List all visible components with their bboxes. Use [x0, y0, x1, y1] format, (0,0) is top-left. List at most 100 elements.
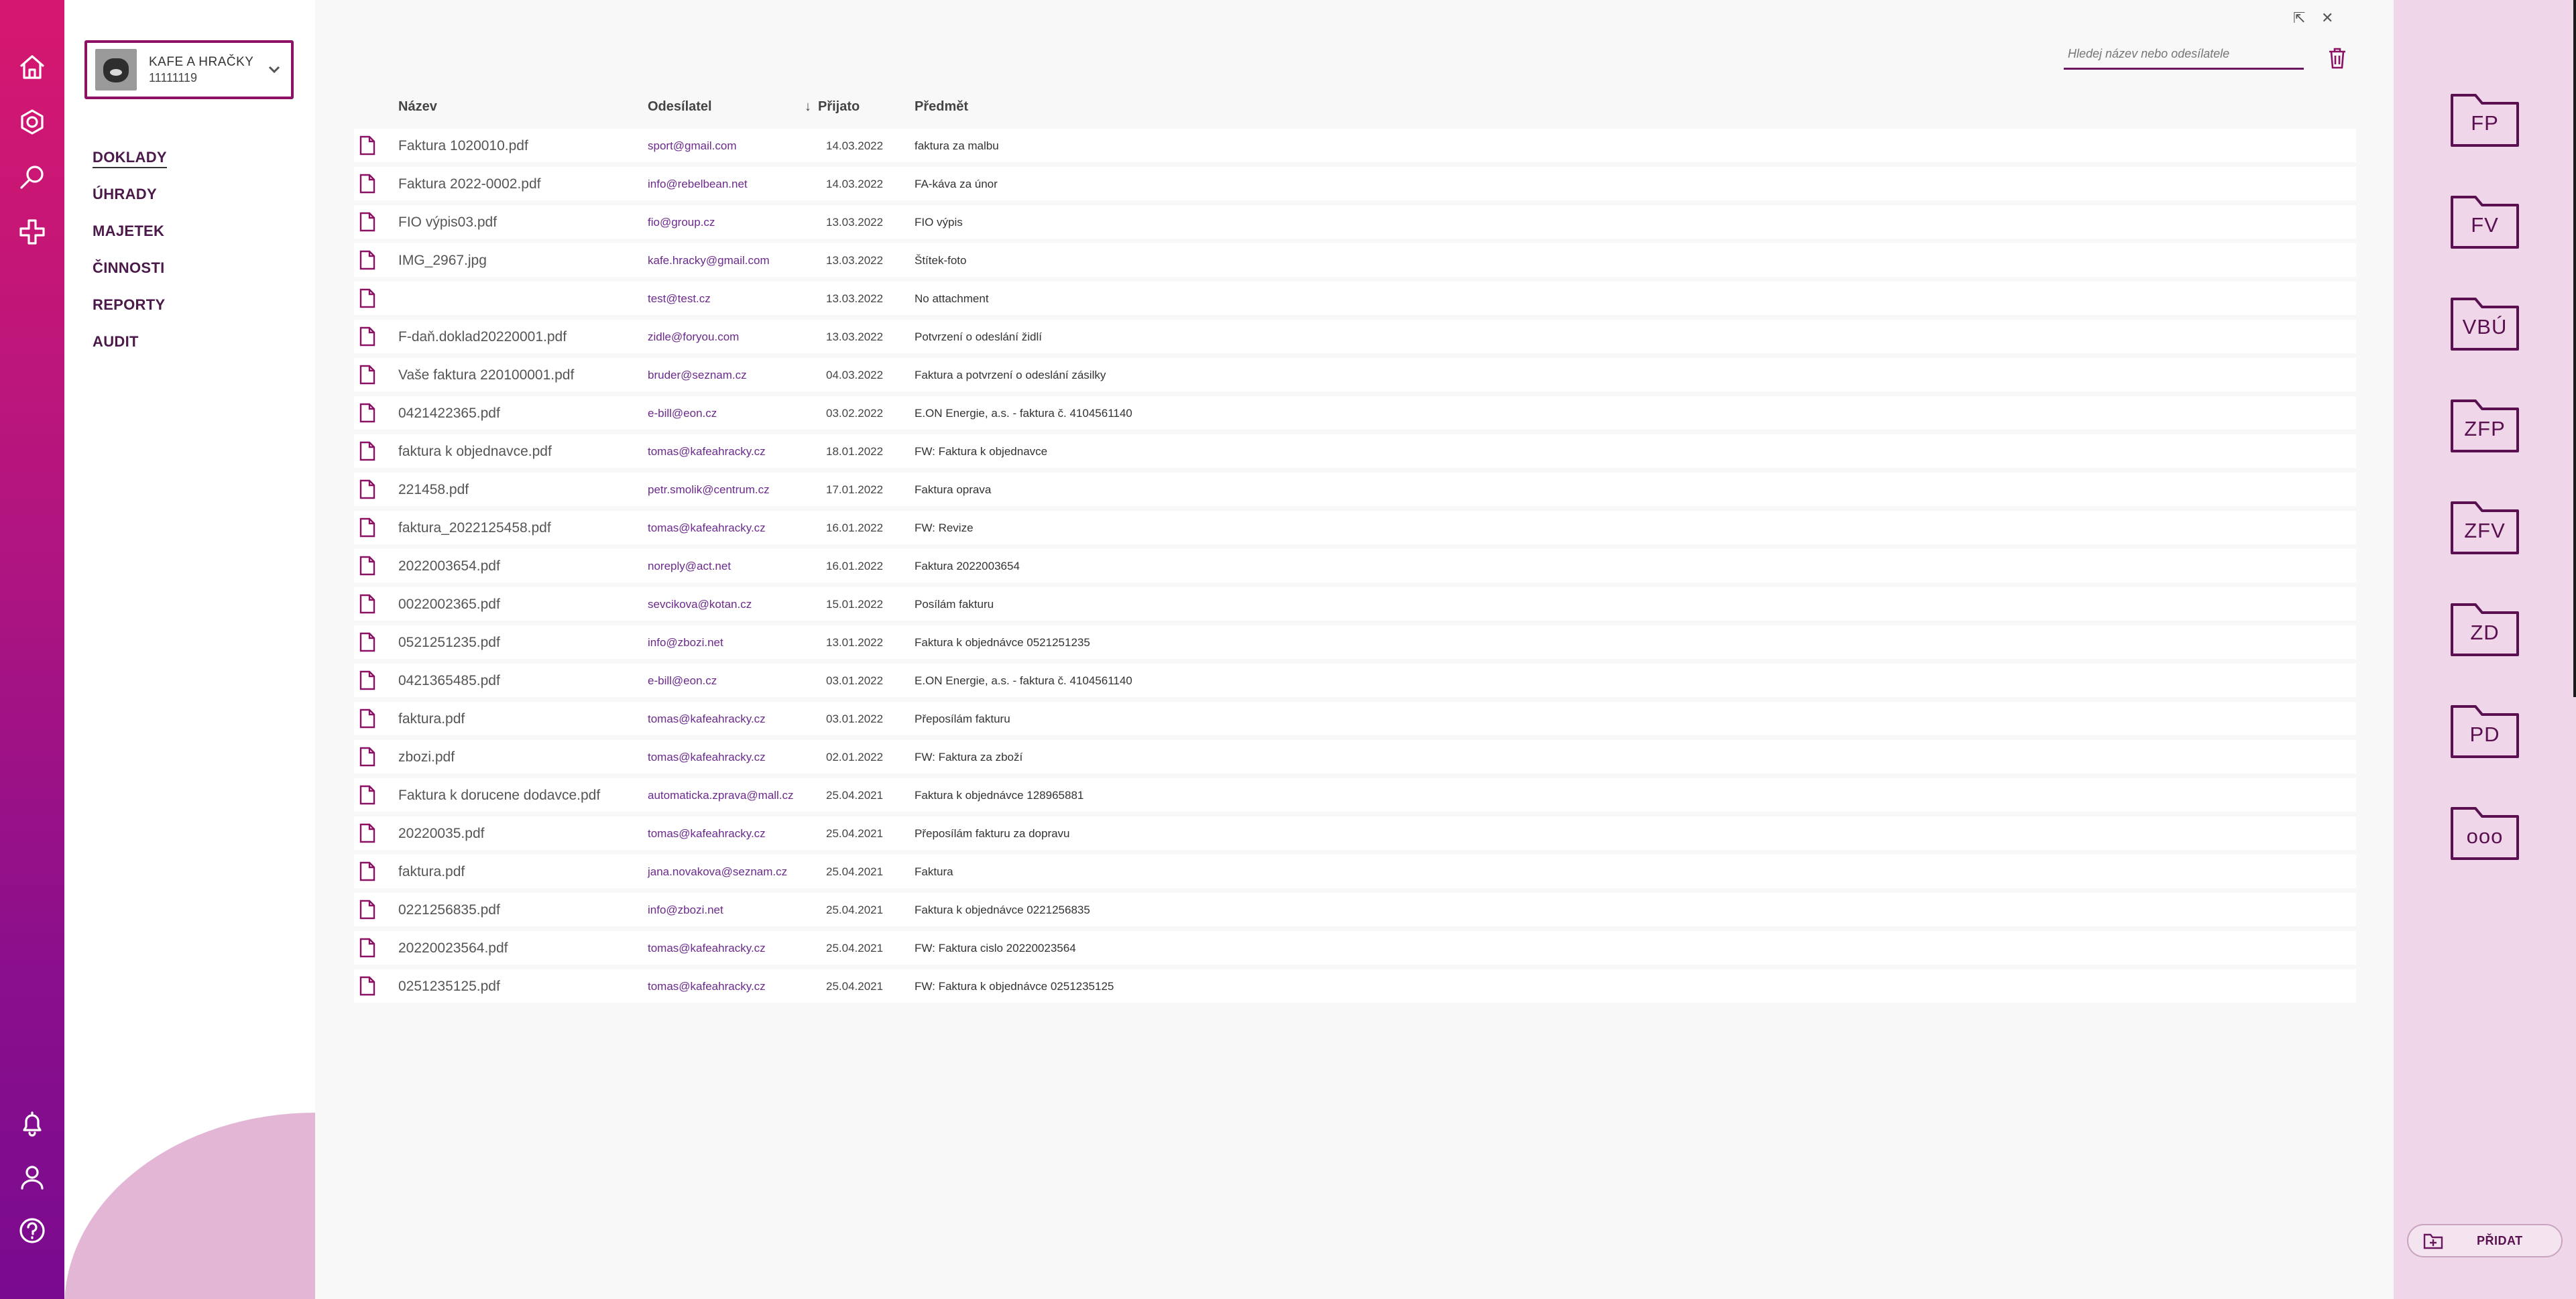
- app-rail: [0, 0, 64, 1299]
- document-icon: [359, 632, 375, 652]
- cell-received: 13.03.2022: [826, 292, 884, 305]
- header-date[interactable]: Přijato: [818, 99, 860, 115]
- trash-icon[interactable]: [2327, 47, 2349, 70]
- table-row[interactable]: faktura.pdf tomas@kafeahracky.cz 03.01.202…: [354, 702, 2356, 735]
- table-row[interactable]: faktura k objednavce.pdf tomas@kafeahrack…: [354, 434, 2356, 468]
- table-row[interactable]: zbozi.pdf tomas@kafeahracky.cz 02.01.2022 F…: [354, 740, 2356, 774]
- folder-fp[interactable]: FP: [2450, 91, 2520, 147]
- folder-vbú[interactable]: VBÚ: [2450, 295, 2520, 351]
- cell-name: Vaše faktura 220100001.pdf: [398, 367, 575, 383]
- cell-name: faktura.pdf: [398, 864, 465, 879]
- table-row[interactable]: 221458.pdf petr.smolik@centrum.cz 17.01.20…: [354, 473, 2356, 506]
- company-selector[interactable]: KAFE A HRAČKY 11111119: [84, 40, 294, 99]
- cell-sender: petr.smolik@centrum.cz: [648, 483, 770, 496]
- table-row[interactable]: 0022002365.pdf sevcikova@kotan.cz 15.01.20…: [354, 587, 2356, 621]
- menu-item-majetek[interactable]: MAJETEK: [93, 223, 167, 259]
- table-row[interactable]: FIO výpis03.pdf fio@group.cz 13.03.2022 FIO…: [354, 205, 2356, 239]
- cell-received: 02.01.2022: [826, 751, 884, 763]
- table-row[interactable]: 0251235125.pdf tomas@kafeahracky.cz 25.04.…: [354, 969, 2356, 1003]
- cell-sender: zidle@foryou.com: [648, 330, 740, 343]
- cell-name: IMG_2967.jpg: [398, 253, 487, 268]
- user-icon[interactable]: [16, 1161, 48, 1193]
- header-name[interactable]: Název: [398, 99, 437, 115]
- table-row[interactable]: 0521251235.pdf info@zbozi.net 13.01.2022 Fa…: [354, 625, 2356, 659]
- chevron-down-icon[interactable]: [267, 62, 282, 76]
- header-from[interactable]: Odesílatel: [648, 99, 712, 115]
- folder-fv[interactable]: FV: [2450, 193, 2520, 249]
- folder-ooo[interactable]: ooo: [2450, 804, 2520, 861]
- cell-received: 04.03.2022: [826, 369, 884, 381]
- cell-received: 25.04.2021: [826, 980, 884, 993]
- cell-subject: Štítek-foto: [915, 254, 967, 267]
- table-row[interactable]: Vaše faktura 220100001.pdf bruder@seznam.…: [354, 358, 2356, 391]
- cell-name: Faktura k dorucene dodavce.pdf: [398, 788, 601, 803]
- cell-received: 17.01.2022: [826, 483, 884, 496]
- add-button[interactable]: PŘIDAT: [2407, 1224, 2563, 1257]
- table-row[interactable]: F-daň.doklad20220001.pdf zidle@foryou.com…: [354, 320, 2356, 353]
- table-row[interactable]: 0421365485.pdf e-bill@eon.cz 03.01.2022 E.O…: [354, 664, 2356, 697]
- cell-sender: tomas@kafeahracky.cz: [648, 980, 766, 993]
- folder-add-icon: [2423, 1233, 2443, 1249]
- document-icon: [359, 365, 375, 385]
- table-row[interactable]: IMG_2967.jpg kafe.hracky@gmail.com 13.03.2…: [354, 243, 2356, 277]
- header-date-sort-icon[interactable]: ↓: [805, 99, 811, 115]
- menu-item-audit[interactable]: AUDIT: [93, 333, 167, 370]
- table-row[interactable]: faktura_2022125458.pdf tomas@kafeahracky.…: [354, 511, 2356, 544]
- search-input[interactable]: [2064, 47, 2304, 61]
- cell-subject: Faktura 2022003654: [915, 560, 1020, 572]
- cell-received: 25.04.2021: [826, 942, 884, 954]
- add-icon[interactable]: [16, 216, 48, 248]
- table-row[interactable]: Faktura 1020010.pdf sport@gmail.com 14.03.…: [354, 129, 2356, 162]
- cell-sender: test@test.cz: [648, 292, 711, 305]
- header-subject[interactable]: Předmět: [915, 99, 968, 115]
- cell-name: faktura.pdf: [398, 711, 465, 727]
- table-row[interactable]: faktura.pdf jana.novakova@seznam.cz 25.04.…: [354, 855, 2356, 888]
- folder-label: VBÚ: [2462, 315, 2508, 338]
- folder-pd[interactable]: PD: [2450, 702, 2520, 759]
- document-icon: [359, 670, 375, 690]
- folder-zd[interactable]: ZD: [2450, 601, 2520, 657]
- document-icon: [359, 823, 375, 843]
- table-row[interactable]: 0421422365.pdf e-bill@eon.cz 03.02.2022 E.O…: [354, 396, 2356, 430]
- cell-subject: FW: Faktura za zboží: [915, 751, 1023, 763]
- help-icon[interactable]: [16, 1215, 48, 1247]
- home-icon[interactable]: [16, 51, 48, 83]
- table-row[interactable]: test@test.cz 13.03.2022 No attachment: [354, 282, 2356, 315]
- bell-icon[interactable]: [16, 1107, 48, 1139]
- cell-subject: FA-káva za únor: [915, 178, 998, 190]
- table-row[interactable]: 2022003654.pdf noreply@act.net 16.01.2022 F…: [354, 549, 2356, 582]
- cell-received: 18.01.2022: [826, 445, 884, 458]
- popout-icon[interactable]: ⇱: [2293, 9, 2305, 27]
- menu-item-doklady[interactable]: DOKLADY: [93, 149, 167, 186]
- menu-item-cinnosti[interactable]: ČINNOSTI: [93, 259, 167, 296]
- table-row[interactable]: Faktura k dorucene dodavce.pdf automatick…: [354, 778, 2356, 812]
- search-icon[interactable]: [16, 161, 48, 193]
- cell-name: 0221256835.pdf: [398, 902, 500, 918]
- scrollbar[interactable]: [2573, 0, 2576, 697]
- settings-icon[interactable]: [16, 106, 48, 138]
- table-row[interactable]: Faktura 2022-0002.pdf info@rebelbean.net 1…: [354, 167, 2356, 200]
- cell-sender: tomas@kafeahracky.cz: [648, 521, 766, 534]
- folder-zfp[interactable]: ZFP: [2450, 397, 2520, 453]
- table-row[interactable]: 20220035.pdf tomas@kafeahracky.cz 25.04.20…: [354, 816, 2356, 850]
- cell-received: 13.03.2022: [826, 254, 884, 267]
- document-icon: [359, 441, 375, 461]
- cell-subject: Přeposílám fakturu: [915, 713, 1010, 725]
- cell-subject: E.ON Energie, a.s. - faktura č. 41045611…: [915, 407, 1132, 420]
- search-field[interactable]: [2064, 47, 2304, 70]
- cell-subject: Faktura: [915, 865, 953, 878]
- cell-sender: tomas@kafeahracky.cz: [648, 942, 766, 954]
- cell-received: 03.02.2022: [826, 407, 884, 420]
- table-row[interactable]: 0221256835.pdf info@zbozi.net 25.04.2021 Fa…: [354, 893, 2356, 926]
- close-icon[interactable]: ✕: [2321, 9, 2333, 27]
- decorative-blob: [64, 1113, 315, 1299]
- cell-sender: automaticka.zprava@mall.cz: [648, 789, 794, 802]
- document-icon: [359, 861, 375, 881]
- menu-item-reporty[interactable]: REPORTY: [93, 296, 167, 333]
- menu-item-uhrady[interactable]: ÚHRADY: [93, 186, 167, 223]
- table-row[interactable]: 20220023564.pdf tomas@kafeahracky.cz 25.04…: [354, 931, 2356, 965]
- cell-subject: Přeposílám fakturu za dopravu: [915, 827, 1070, 840]
- folder-zfv[interactable]: ZFV: [2450, 499, 2520, 555]
- cell-received: 13.03.2022: [826, 330, 884, 343]
- folder-label: ZFP: [2464, 417, 2506, 440]
